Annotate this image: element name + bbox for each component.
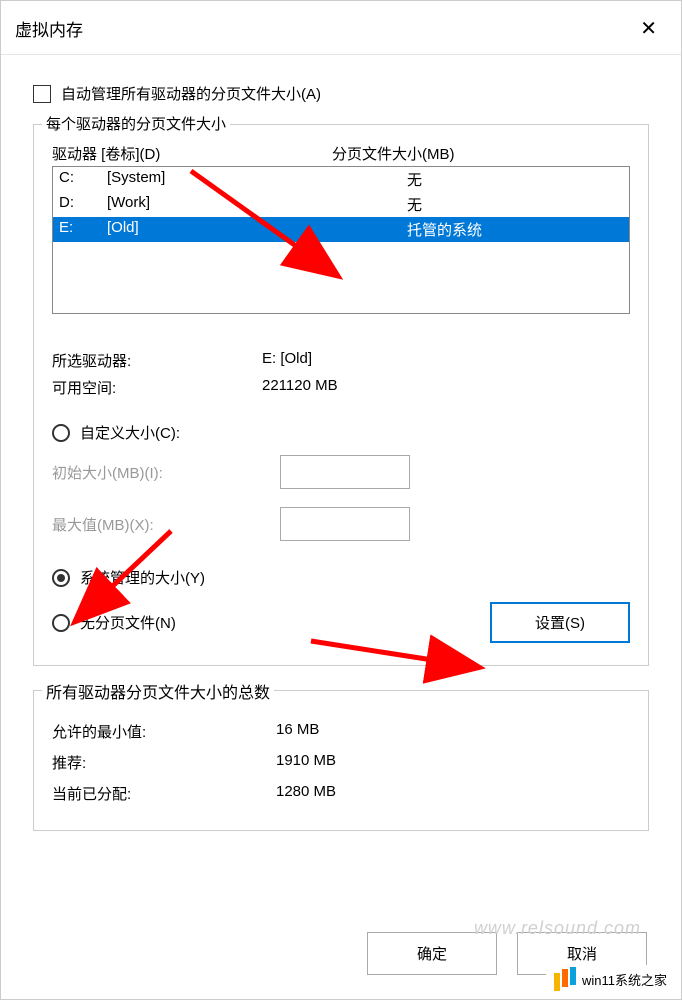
initial-size-label: 初始大小(MB)(I): [52,462,280,483]
no-paging-label: 无分页文件(N) [80,612,176,633]
system-managed-radio[interactable] [52,569,70,587]
drive-letter: D: [59,194,107,215]
drive-size: 无 [407,169,623,190]
initial-size-row: 初始大小(MB)(I): [52,455,630,489]
no-paging-radio[interactable] [52,614,70,632]
drive-label: [System] [107,169,407,190]
system-managed-radio-row[interactable]: 系统管理的大小(Y) [52,567,630,588]
max-size-row: 最大值(MB)(X): [52,507,630,541]
free-space-value: 221120 MB [262,377,338,398]
max-size-label: 最大值(MB)(X): [52,514,280,535]
min-allowed-label: 允许的最小值: [52,721,276,742]
drives-fieldset: 每个驱动器的分页文件大小 驱动器 [卷标](D) 分页文件大小(MB) C: [… [33,124,649,666]
initial-size-input[interactable] [280,455,410,489]
drive-letter: C: [59,169,107,190]
site-badge-text: win11系统之家 [582,970,667,989]
drives-legend: 每个驱动器的分页文件大小 [42,113,230,134]
auto-manage-checkbox-row[interactable]: 自动管理所有驱动器的分页文件大小(A) [33,83,649,104]
min-allowed-row: 允许的最小值: 16 MB [52,721,630,742]
recommended-row: 推荐: 1910 MB [52,752,630,773]
drive-row-selected[interactable]: E: [Old] 托管的系统 [53,217,629,242]
no-paging-radio-row[interactable]: 无分页文件(N) [52,612,490,633]
max-size-input[interactable] [280,507,410,541]
totals-legend: 所有驱动器分页文件大小的总数 [42,679,274,703]
free-space-row: 可用空间: 221120 MB [52,377,630,398]
recommended-label: 推荐: [52,752,276,773]
recommended-value: 1910 MB [276,752,336,773]
close-icon[interactable]: ✕ [630,12,667,45]
ok-button[interactable]: 确定 [367,932,497,975]
min-allowed-value: 16 MB [276,721,319,742]
custom-size-radio-row[interactable]: 自定义大小(C): [52,422,630,443]
drive-row[interactable]: D: [Work] 无 [53,192,629,217]
set-button[interactable]: 设置(S) [490,602,630,643]
drive-label: [Work] [107,194,407,215]
drive-size: 无 [407,194,623,215]
drive-size: 托管的系统 [407,219,623,240]
selected-drive-row: 所选驱动器: E: [Old] [52,350,630,371]
auto-manage-label: 自动管理所有驱动器的分页文件大小(A) [61,83,321,104]
dialog-title: 虚拟内存 [15,16,83,41]
custom-size-label: 自定义大小(C): [80,422,180,443]
site-logo-icon [554,967,576,991]
drive-row[interactable]: C: [System] 无 [53,167,629,192]
site-badge: win11系统之家 [546,965,675,993]
titlebar: 虚拟内存 ✕ [1,1,681,55]
drive-label: [Old] [107,219,407,240]
system-managed-label: 系统管理的大小(Y) [80,567,205,588]
selected-drive-label: 所选驱动器: [52,350,262,371]
currently-allocated-label: 当前已分配: [52,783,276,804]
currently-allocated-row: 当前已分配: 1280 MB [52,783,630,804]
free-space-label: 可用空间: [52,377,262,398]
drive-header-size: 分页文件大小(MB) [332,143,630,164]
custom-size-radio[interactable] [52,424,70,442]
totals-fieldset: 所有驱动器分页文件大小的总数 允许的最小值: 16 MB 推荐: 1910 MB… [33,690,649,831]
dialog-content: 自动管理所有驱动器的分页文件大小(A) 每个驱动器的分页文件大小 驱动器 [卷标… [1,55,681,831]
selected-drive-value: E: [Old] [262,350,312,371]
drive-list-header: 驱动器 [卷标](D) 分页文件大小(MB) [52,143,630,164]
virtual-memory-dialog: 虚拟内存 ✕ 自动管理所有驱动器的分页文件大小(A) 每个驱动器的分页文件大小 … [0,0,682,1000]
currently-allocated-value: 1280 MB [276,783,336,804]
auto-manage-checkbox[interactable] [33,85,51,103]
drive-listbox[interactable]: C: [System] 无 D: [Work] 无 E: [Old] 托管的系统 [52,166,630,314]
drive-letter: E: [59,219,107,240]
drive-header-drive: 驱动器 [卷标](D) [52,143,332,164]
